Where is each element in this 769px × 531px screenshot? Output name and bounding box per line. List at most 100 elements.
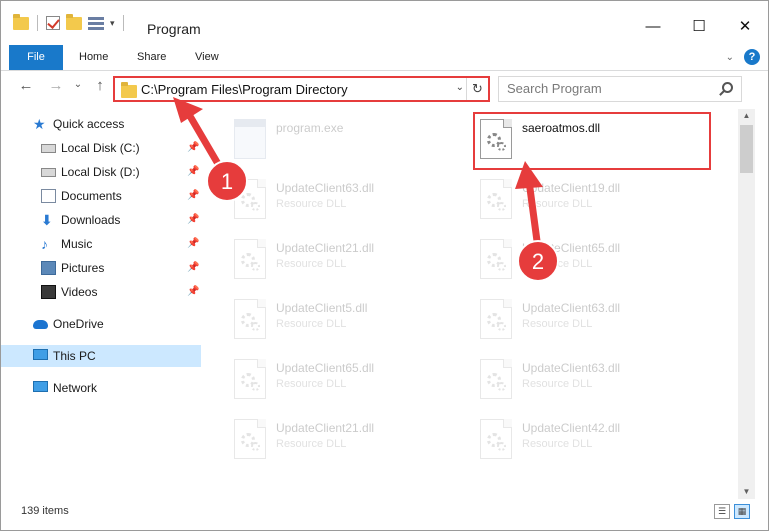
minimize-button[interactable]: —	[630, 11, 676, 41]
sidebar-item-this-pc[interactable]: This PC	[1, 345, 201, 367]
file-type: Resource DLL	[522, 378, 593, 390]
pin-icon[interactable]: 📌	[187, 185, 199, 207]
file-item[interactable]: UpdateClient5.dll Resource DLL	[230, 293, 470, 349]
file-item[interactable]: UpdateClient21.dll Resource DLL	[230, 413, 470, 469]
file-item[interactable]: UpdateClient65.dll Resource DLL	[476, 233, 716, 289]
file-type: Resource DLL	[276, 258, 347, 270]
help-icon[interactable]: ?	[744, 49, 760, 65]
this-pc-icon	[33, 349, 48, 360]
pin-icon[interactable]: 📌	[187, 257, 199, 279]
dll-icon	[234, 179, 266, 219]
file-item[interactable]: UpdateClient63.dll Resource DLL	[476, 353, 716, 409]
refresh-icon[interactable]: ↻	[466, 78, 488, 100]
dll-icon	[480, 359, 512, 399]
sidebar-item-pictures[interactable]: Pictures 📌	[1, 257, 201, 279]
file-name: program.exe	[276, 121, 344, 135]
recent-locations-button[interactable]: ⌄	[67, 79, 89, 90]
file-name: UpdateClient65.dll	[276, 361, 375, 375]
file-type: Resource DLL	[522, 258, 593, 270]
tab-file[interactable]: File	[9, 45, 63, 70]
window-controls: — ☐ ✕	[630, 11, 768, 41]
dll-icon	[234, 359, 266, 399]
chevron-down-icon[interactable]: ⌄	[726, 52, 734, 63]
sidebar-item-downloads[interactable]: ⬇ Downloads 📌	[1, 209, 201, 231]
file-type: Resource DLL	[276, 318, 347, 330]
details-view-icon[interactable]: ☰	[714, 504, 730, 519]
close-button[interactable]: ✕	[722, 11, 768, 41]
dll-icon	[480, 299, 512, 339]
folder-icon	[13, 13, 29, 30]
sidebar-item-label: Network	[53, 381, 98, 395]
sidebar-item-documents[interactable]: Documents 📌	[1, 185, 201, 207]
file-name: UpdateClient21.dll	[276, 421, 375, 435]
file-item[interactable]: UpdateClient42.dll Resource DLL	[476, 413, 716, 469]
scroll-down-icon[interactable]: ▼	[738, 485, 755, 499]
chevron-down-icon[interactable]: ⌄	[456, 82, 464, 93]
tab-share[interactable]: Share	[125, 45, 178, 70]
sidebar-item-onedrive[interactable]: OneDrive	[1, 313, 201, 335]
qat-dropdown-icon[interactable]: ▾	[110, 18, 115, 29]
tab-home[interactable]: Home	[67, 45, 120, 70]
dll-icon	[480, 239, 512, 279]
download-icon: ⬇	[41, 212, 53, 228]
forward-button[interactable]: →	[45, 77, 67, 94]
exe-icon	[234, 119, 266, 159]
search-box[interactable]	[498, 76, 742, 102]
sidebar-item-videos[interactable]: Videos 📌	[1, 281, 201, 303]
pin-icon[interactable]: 📌	[187, 161, 199, 183]
file-type: Resource DLL	[522, 438, 593, 450]
new-folder-icon[interactable]	[66, 13, 82, 30]
scrollbar-thumb[interactable]	[740, 125, 753, 173]
properties-check-icon[interactable]	[46, 16, 60, 30]
search-icon[interactable]	[722, 82, 733, 93]
pin-icon[interactable]: 📌	[187, 137, 199, 159]
file-type: Resource DLL	[276, 198, 347, 210]
item-count: 139 items	[21, 505, 69, 517]
dll-icon	[480, 179, 512, 219]
tab-view[interactable]: View	[183, 45, 231, 70]
sidebar-item-label: Downloads	[61, 213, 121, 227]
sidebar-item-quick-access[interactable]: ★ Quick access	[1, 113, 201, 135]
vertical-scrollbar[interactable]: ▲ ▼	[738, 109, 755, 499]
search-input[interactable]	[507, 81, 707, 96]
toolbar-divider	[37, 15, 38, 31]
up-button[interactable]: ↑	[89, 77, 111, 94]
file-item-program-exe[interactable]: program.exe	[230, 113, 470, 169]
sidebar-item-label: Documents	[61, 189, 122, 203]
file-item[interactable]: UpdateClient19.dll Resource DLL	[476, 173, 716, 229]
back-button[interactable]: ←	[15, 77, 37, 94]
title-bar: ▾ Program — ☐ ✕	[1, 1, 768, 41]
pin-icon[interactable]: 📌	[187, 281, 199, 303]
sidebar-item-label: Pictures	[61, 261, 105, 275]
file-item[interactable]: UpdateClient63.dll Resource DLL	[230, 173, 470, 229]
dll-icon	[234, 299, 266, 339]
file-name: UpdateClient21.dll	[276, 241, 375, 255]
view-toggle: ☰ ▦	[714, 504, 750, 519]
sidebar-item-local-disk-c[interactable]: Local Disk (C:) 📌	[1, 137, 201, 159]
ribbon-right: ⌄ ?	[726, 49, 760, 65]
music-icon: ♪	[41, 236, 48, 252]
pin-icon[interactable]: 📌	[187, 209, 199, 231]
sidebar-item-label: Local Disk (C:)	[61, 141, 140, 155]
file-name: UpdateClient63.dll	[522, 301, 621, 315]
ribbon-tabs: File Home Share View ⌄ ?	[1, 45, 768, 71]
documents-icon	[41, 189, 56, 203]
file-name: UpdateClient5.dll	[276, 301, 368, 315]
tiles-view-icon[interactable]: ▦	[734, 504, 750, 519]
file-name: UpdateClient63.dll	[276, 181, 375, 195]
file-item[interactable]: UpdateClient63.dll Resource DLL	[476, 293, 716, 349]
sidebar-item-local-disk-d[interactable]: Local Disk (D:) 📌	[1, 161, 201, 183]
customize-icon[interactable]	[88, 16, 104, 30]
sidebar-item-label: Local Disk (D:)	[61, 165, 140, 179]
address-bar[interactable]: C:\Program Files\Program Directory ⌄ ↻	[113, 76, 490, 102]
scroll-up-icon[interactable]: ▲	[738, 109, 755, 123]
file-name: UpdateClient42.dll	[522, 421, 621, 435]
file-item[interactable]: UpdateClient21.dll Resource DLL	[230, 233, 470, 289]
sidebar-item-label: Music	[61, 237, 93, 251]
pin-icon[interactable]: 📌	[187, 233, 199, 255]
sidebar-item-network[interactable]: Network	[1, 377, 201, 399]
maximize-button[interactable]: ☐	[676, 11, 722, 41]
sidebar-item-music[interactable]: ♪ Music 📌	[1, 233, 201, 255]
file-name: UpdateClient63.dll	[522, 361, 621, 375]
file-item[interactable]: UpdateClient65.dll Resource DLL	[230, 353, 470, 409]
